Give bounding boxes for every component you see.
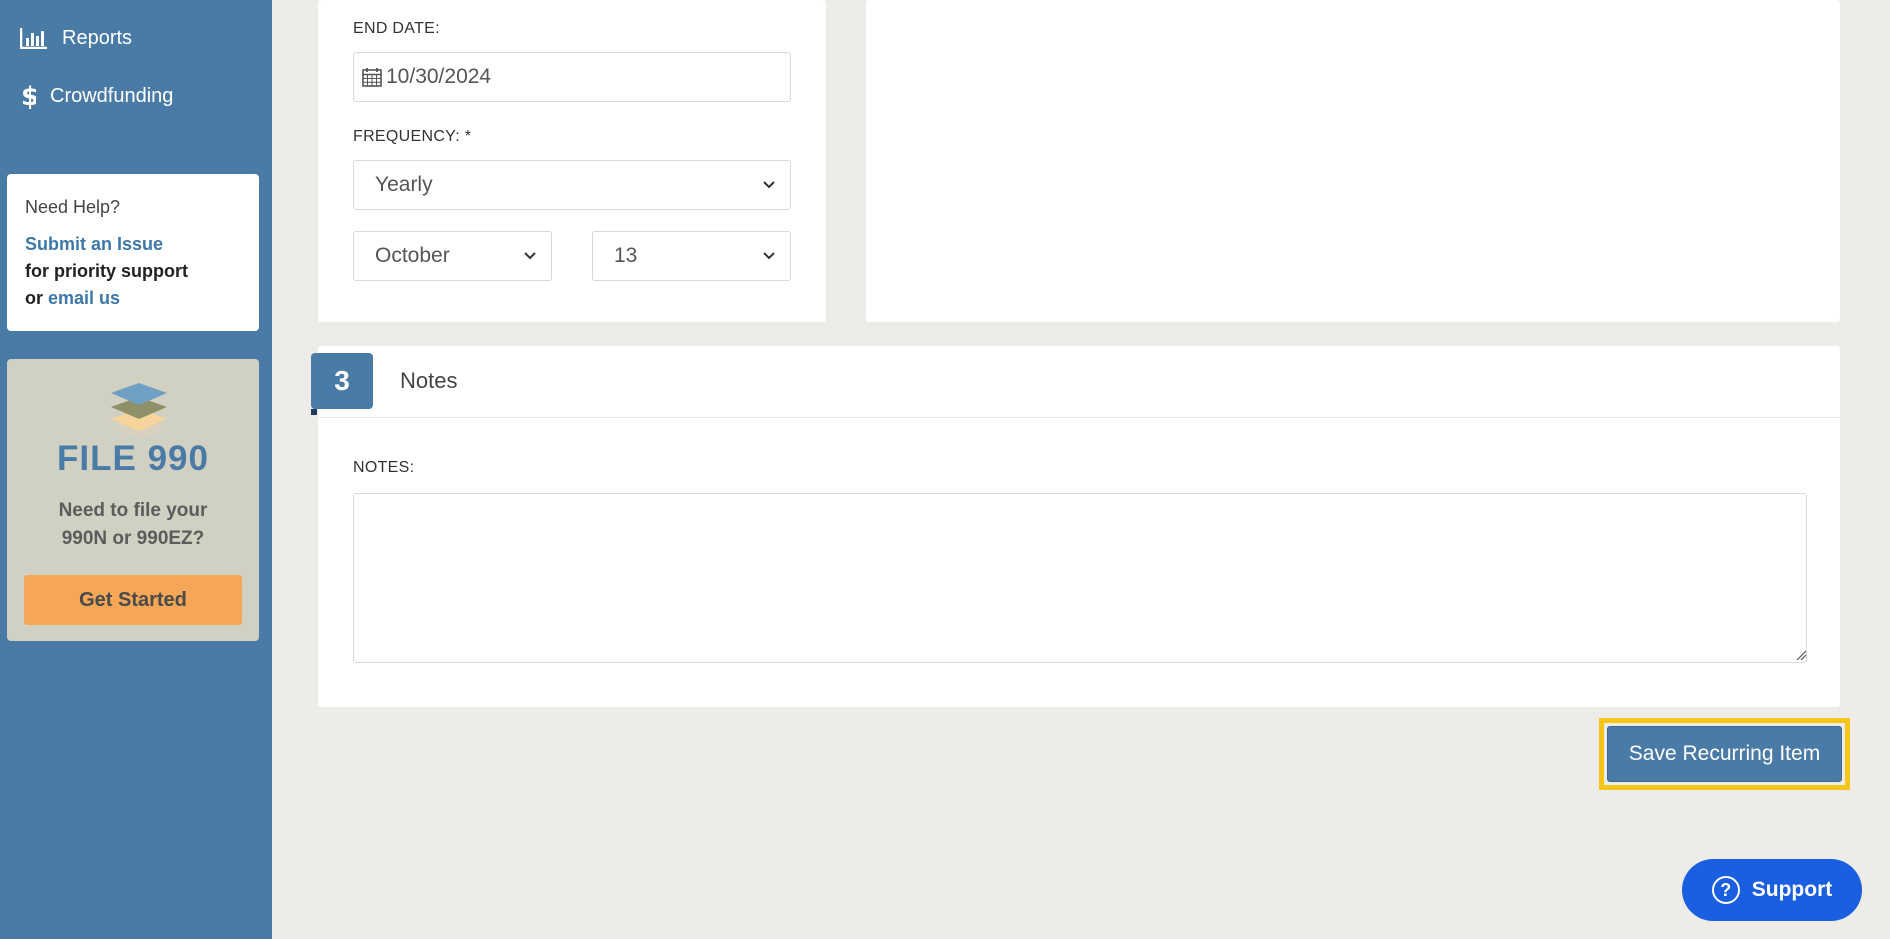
- get-started-button[interactable]: Get Started: [24, 575, 242, 625]
- day-select[interactable]: 13: [592, 231, 791, 281]
- email-us-link[interactable]: email us: [48, 288, 120, 308]
- calendar-icon: [362, 68, 382, 87]
- notes-title: Notes: [400, 368, 458, 393]
- notes-textarea[interactable]: [353, 493, 1807, 663]
- notes-panel: 3 Notes NOTES:: [311, 346, 1840, 707]
- file-990-title: FILE 990: [57, 439, 209, 478]
- resize-handle-icon[interactable]: [1795, 649, 1807, 661]
- frequency-label: FREQUENCY: *: [353, 128, 472, 145]
- notes-label: NOTES:: [353, 459, 415, 476]
- day-value: 13: [614, 244, 638, 267]
- step-badge: 3: [311, 353, 373, 415]
- sidebar: Reports $ Crowdfunding Need Help? Submit…: [0, 0, 272, 939]
- sidebar-item-label: Reports: [62, 26, 133, 49]
- support-button[interactable]: ? Support: [1682, 859, 1862, 921]
- sidebar-item-reports[interactable]: Reports: [20, 26, 132, 50]
- submit-issue-link[interactable]: Submit an Issue: [25, 234, 163, 254]
- file-990-card: FILE 990 Need to file your 990N or 990EZ…: [7, 359, 259, 641]
- frequency-select[interactable]: Yearly: [353, 160, 791, 210]
- chevron-down-icon: [763, 181, 775, 189]
- end-date-value: 10/30/2024: [386, 65, 492, 88]
- bar-chart-icon: [20, 26, 50, 50]
- end-date-input[interactable]: 10/30/2024: [353, 52, 791, 102]
- end-date-label: END DATE:: [353, 20, 440, 37]
- sidebar-item-crowdfunding[interactable]: $ Crowdfunding: [20, 82, 174, 110]
- support-label: Support: [1751, 878, 1833, 901]
- chevron-down-icon: [524, 252, 536, 260]
- notes-header: 3 Notes: [311, 346, 1840, 418]
- chevron-down-icon: [763, 252, 775, 260]
- priority-text: for priority support: [25, 261, 188, 281]
- help-circle-icon: ?: [1711, 876, 1740, 904]
- right-panel: [866, 0, 1840, 322]
- month-value: October: [375, 244, 450, 267]
- help-card: Need Help? Submit an Issue for priority …: [7, 174, 259, 331]
- frequency-value: Yearly: [375, 173, 433, 196]
- schedule-panel: END DATE: 10/30/2024 FREQUENCY: * Yearly…: [318, 0, 826, 322]
- help-title: Need Help?: [25, 197, 121, 217]
- save-button-highlight: Save Recurring Item: [1599, 718, 1850, 790]
- month-select[interactable]: October: [353, 231, 552, 281]
- save-recurring-item-button[interactable]: Save Recurring Item: [1607, 726, 1842, 782]
- svg-text:$: $: [21, 82, 36, 110]
- sidebar-item-label: Crowdfunding: [50, 84, 174, 107]
- file-990-description: Need to file your 990N or 990EZ?: [58, 500, 208, 549]
- stacked-layers-icon: [111, 383, 167, 439]
- or-text: or: [25, 288, 43, 308]
- dollar-icon: $: [20, 82, 38, 110]
